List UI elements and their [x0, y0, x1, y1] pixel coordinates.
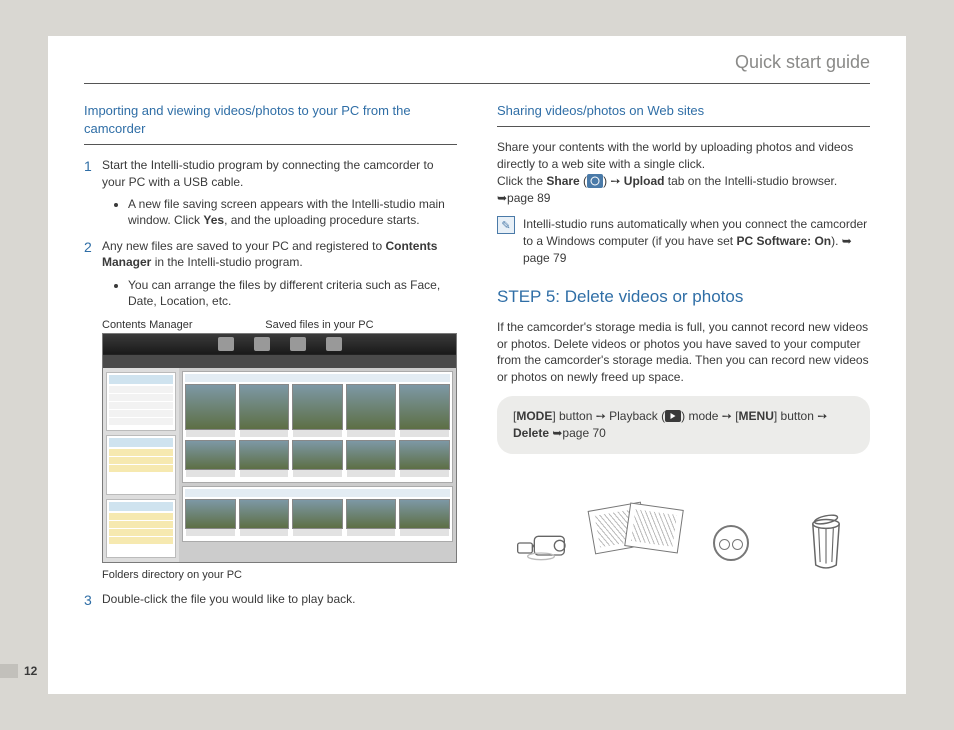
film-reel-drawing — [687, 468, 775, 618]
step-number: 3 — [84, 591, 92, 610]
step-1: 1 Start the Intelli-studio program by co… — [84, 157, 457, 228]
ss-group — [182, 486, 453, 542]
screenshot-labels: Contents Manager Saved files in your PC — [102, 319, 457, 331]
ss-menu-bar — [103, 334, 456, 354]
trash-drawing — [782, 468, 870, 618]
bold-text: PC Software: On — [736, 234, 831, 248]
section-title-importing: Importing and viewing videos/photos to y… — [84, 102, 457, 145]
bold-text: Delete — [513, 426, 549, 440]
step-5-heading: STEP 5: Delete videos or photos — [497, 287, 870, 307]
right-column: Sharing videos/photos on Web sites Share… — [497, 102, 870, 682]
thumbnail — [346, 440, 397, 470]
ss-panel-contents-manager — [106, 372, 176, 431]
text-fragment: ] button ➙ — [774, 409, 827, 423]
thumbnail — [239, 499, 290, 529]
bold-text: MENU — [739, 409, 774, 423]
thumbnail — [239, 384, 290, 430]
bold-text: Upload — [624, 174, 665, 188]
thumbnail — [399, 384, 450, 430]
text-fragment: ) ➙ — [603, 174, 624, 188]
step-text: Start the Intelli-studio program by conn… — [102, 158, 434, 188]
thumbnail — [185, 440, 236, 470]
bullet: A new file saving screen appears with th… — [128, 196, 457, 228]
text-fragment: ( — [580, 174, 587, 188]
steps-list-continued: 3 Double-click the file you would like t… — [84, 591, 457, 607]
text-fragment: Any new files are saved to your PC and r… — [102, 239, 385, 253]
note-text: Intelli-studio runs automatically when y… — [523, 216, 870, 266]
text-fragment: Share your contents with the world by up… — [497, 140, 853, 171]
page-title: Quick start guide — [84, 52, 870, 84]
text-fragment: Click the — [497, 174, 546, 188]
page-content: Quick start guide Importing and viewing … — [48, 36, 906, 694]
bold-text: Yes — [203, 213, 224, 227]
thumbnail — [239, 440, 290, 470]
page-number: 12 — [24, 664, 37, 678]
share-icon — [326, 337, 342, 351]
sharing-paragraph: Share your contents with the world by up… — [497, 139, 870, 206]
thumbnail — [292, 440, 343, 470]
step-3: 3 Double-click the file you would like t… — [84, 591, 457, 607]
columns: Importing and viewing videos/photos to y… — [84, 102, 870, 682]
section-title-sharing: Sharing videos/photos on Web sites — [497, 102, 870, 127]
photo-frame-icon — [625, 502, 685, 553]
step-5-paragraph: If the camcorder's storage media is full… — [497, 319, 870, 386]
intelli-studio-screenshot — [102, 333, 457, 563]
movie-edit-icon — [290, 337, 306, 351]
label-contents-manager: Contents Manager — [102, 319, 265, 331]
step-2-bullets: You can arrange the files by different c… — [128, 277, 457, 309]
playback-mode-icon — [665, 410, 681, 422]
photo-edit-icon — [254, 337, 270, 351]
bold-text: MODE — [516, 409, 552, 423]
thumbnail — [399, 440, 450, 470]
ss-panel-my-computer — [106, 435, 176, 494]
thumbnail — [185, 384, 236, 430]
page-number-bar — [0, 664, 18, 678]
step-number: 2 — [84, 238, 92, 257]
ss-panel-connected-device — [106, 499, 176, 558]
delete-illustration — [497, 468, 870, 618]
thumbnail — [346, 499, 397, 529]
text-fragment: , and the uploading procedure starts. — [224, 213, 419, 227]
label-saved-files: Saved files in your PC — [265, 319, 373, 331]
text-fragment: ➥page 70 — [549, 426, 606, 440]
library-icon — [218, 337, 234, 351]
ss-toolbar — [103, 354, 456, 368]
delete-instruction-callout: [MODE] button ➙ Playback () mode ➙ [MENU… — [497, 396, 870, 454]
share-globe-icon — [587, 174, 603, 188]
ss-sidebar — [103, 368, 179, 562]
text-fragment: in the Intelli-studio program. — [151, 255, 302, 269]
ss-body — [103, 368, 456, 562]
thumbnail — [292, 384, 343, 430]
thumbnail — [292, 499, 343, 529]
label-folders-directory: Folders directory on your PC — [102, 569, 457, 581]
text-fragment: ) mode ➙ [ — [681, 409, 738, 423]
step-number: 1 — [84, 157, 92, 176]
reel-icon — [713, 525, 749, 561]
thumbnail — [185, 499, 236, 529]
note-block: ✎ Intelli-studio runs automatically when… — [497, 216, 870, 266]
text-fragment: ] button ➙ Playback ( — [552, 409, 665, 423]
step-2: 2 Any new files are saved to your PC and… — [84, 238, 457, 309]
left-column: Importing and viewing videos/photos to y… — [84, 102, 457, 682]
thumbnail — [399, 499, 450, 529]
ss-main-area — [179, 368, 456, 562]
bold-text: Share — [546, 174, 579, 188]
step-text: Double-click the file you would like to … — [102, 592, 355, 606]
thumbnail — [346, 384, 397, 430]
note-icon: ✎ — [497, 216, 515, 234]
ss-group — [182, 371, 453, 483]
camcorder-drawing — [497, 468, 585, 618]
bullet: You can arrange the files by different c… — [128, 277, 457, 309]
step-1-bullets: A new file saving screen appears with th… — [128, 196, 457, 228]
steps-list: 1 Start the Intelli-studio program by co… — [84, 157, 457, 309]
